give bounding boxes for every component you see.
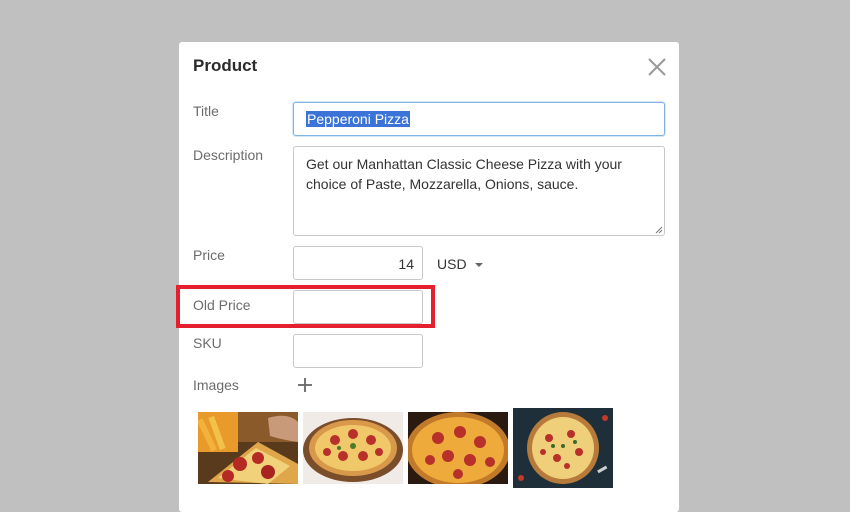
sku-label: SKU xyxy=(193,335,222,351)
sku-input[interactable] xyxy=(293,334,423,368)
dialog-title: Product xyxy=(193,56,258,75)
caret-down-icon xyxy=(474,263,483,268)
title-input-value: Pepperoni Pizza xyxy=(306,111,410,127)
resize-grip-icon[interactable] xyxy=(655,226,663,234)
close-icon[interactable] xyxy=(646,56,668,78)
images-label: Images xyxy=(193,377,239,393)
price-value: 14 xyxy=(398,256,414,272)
description-label: Description xyxy=(193,147,264,163)
description-textarea[interactable]: Get our Manhattan Classic Cheese Pizza w… xyxy=(293,146,665,236)
description-value: Get our Manhattan Classic Cheese Pizza w… xyxy=(306,156,622,192)
currency-dropdown[interactable]: USD xyxy=(437,256,483,272)
pepperoni-pizza-image[interactable] xyxy=(408,412,508,484)
pizza-slice-image[interactable] xyxy=(198,412,298,484)
price-label: Price xyxy=(193,247,225,263)
currency-value: USD xyxy=(437,256,467,272)
plus-icon[interactable] xyxy=(296,376,314,394)
title-label: Title xyxy=(193,103,219,119)
product-dialog: Product Title Pepperoni Pizza Descriptio… xyxy=(179,42,679,512)
pizza-on-board-image[interactable] xyxy=(303,412,403,484)
pizza-dark-table-image[interactable] xyxy=(513,408,613,488)
price-input[interactable]: 14 xyxy=(293,246,423,280)
old-price-input[interactable] xyxy=(293,290,423,324)
title-input[interactable]: Pepperoni Pizza xyxy=(293,102,665,136)
old-price-label: Old Price xyxy=(193,297,251,313)
